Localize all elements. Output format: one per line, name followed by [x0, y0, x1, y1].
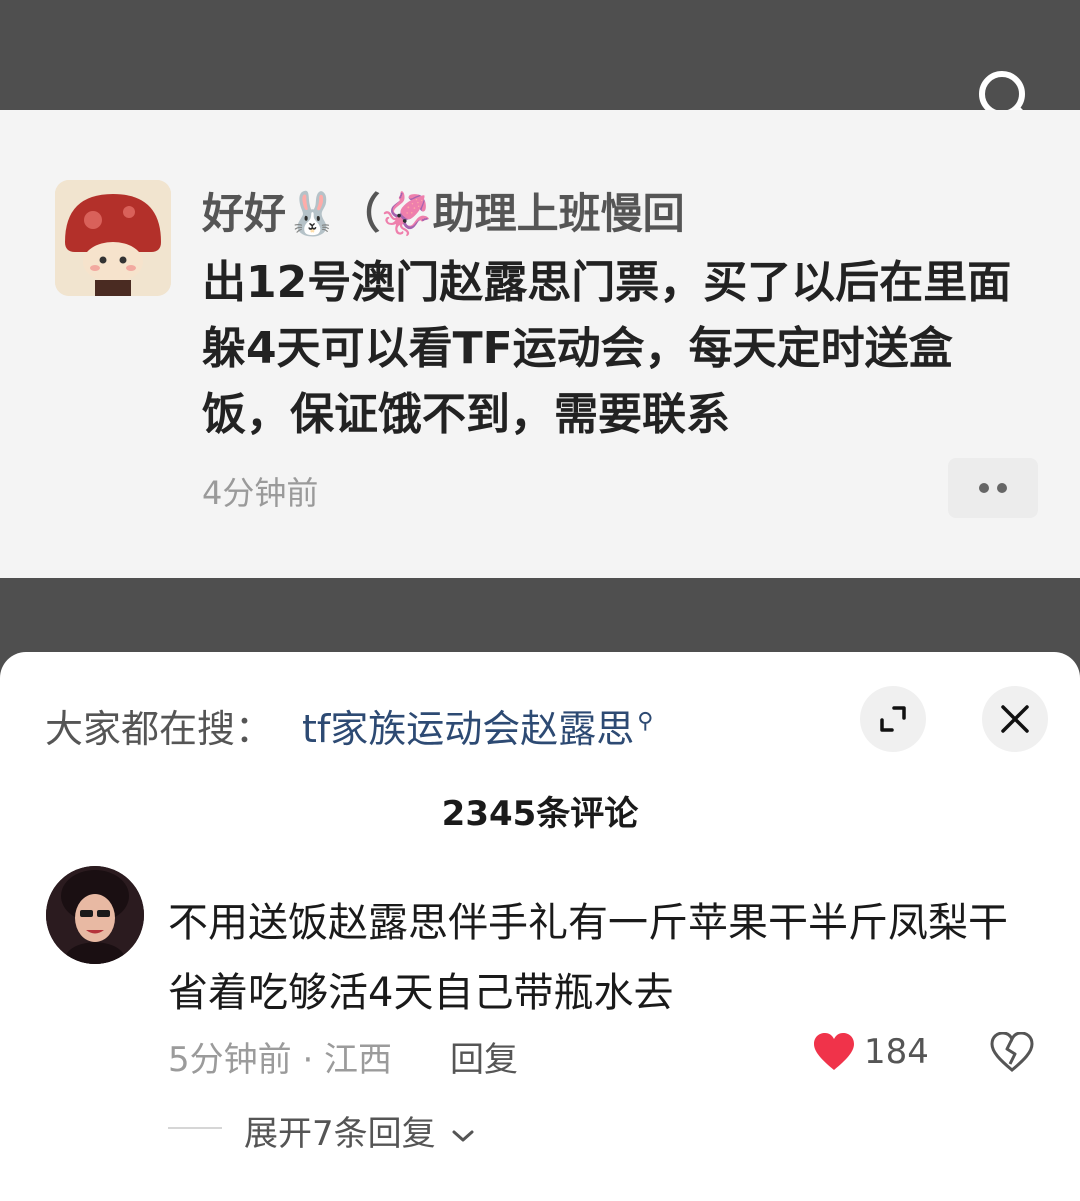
divider-line [168, 1127, 222, 1129]
screenshot-post-card: 好好🐰（🦑助理上班慢回 出12号澳门赵露思门票，买了以后在里面躲4天可以看TF运… [0, 110, 1080, 578]
trending-query: tf家族运动会赵露思 [302, 707, 635, 751]
more-icon[interactable] [948, 458, 1038, 518]
post-time: 4分钟前 [202, 474, 319, 512]
trending-search-link[interactable]: tf家族运动会赵露思 ⚲ [302, 698, 653, 753]
post-author: 好好🐰（🦑助理上班慢回 [202, 189, 685, 238]
expand-icon [880, 706, 906, 732]
more-dot [997, 483, 1007, 493]
post-avatar [55, 180, 171, 296]
expand-button[interactable] [860, 686, 926, 752]
chevron-down-icon [452, 1130, 474, 1141]
background-band [0, 578, 1080, 658]
post-text: 出12号澳门赵露思门票，买了以后在里面躲4天可以看TF运动会，每天定时送盒饭，保… [202, 257, 1012, 440]
top-bar [0, 0, 1080, 110]
comment-count: 2345条评论 [441, 794, 639, 834]
reply-button[interactable]: 回复 [450, 1032, 518, 1081]
like-button[interactable]: 184 [812, 1032, 929, 1072]
like-count: 184 [864, 1032, 929, 1072]
small-search-icon: ⚲ [637, 709, 654, 735]
expand-replies-label: 展开7条回复 [244, 1114, 436, 1154]
expand-replies-button[interactable]: 展开7条回复 [244, 1106, 476, 1155]
broken-heart-icon [990, 1031, 1034, 1072]
more-dot [979, 483, 989, 493]
heart-icon [814, 1033, 854, 1070]
close-button[interactable] [982, 686, 1048, 752]
comment-meta: 5分钟前 · 江西 [168, 1040, 393, 1080]
dislike-button[interactable] [990, 1031, 1034, 1076]
mushroom-avatar-image [55, 180, 171, 296]
commenter-avatar[interactable] [46, 866, 144, 964]
comment-text: 不用送饭赵露思伴手礼有一斤苹果干半斤凤梨干省着吃够活4天自己带瓶水去 [168, 900, 1008, 1016]
trending-label: 大家都在搜： [45, 707, 274, 751]
close-icon [1001, 705, 1029, 733]
comments-sheet: 大家都在搜： tf家族运动会赵露思 ⚲ 2345条评论 不用送饭赵露思伴手礼有一斤… [0, 652, 1080, 1201]
commenter-photo [46, 866, 144, 964]
